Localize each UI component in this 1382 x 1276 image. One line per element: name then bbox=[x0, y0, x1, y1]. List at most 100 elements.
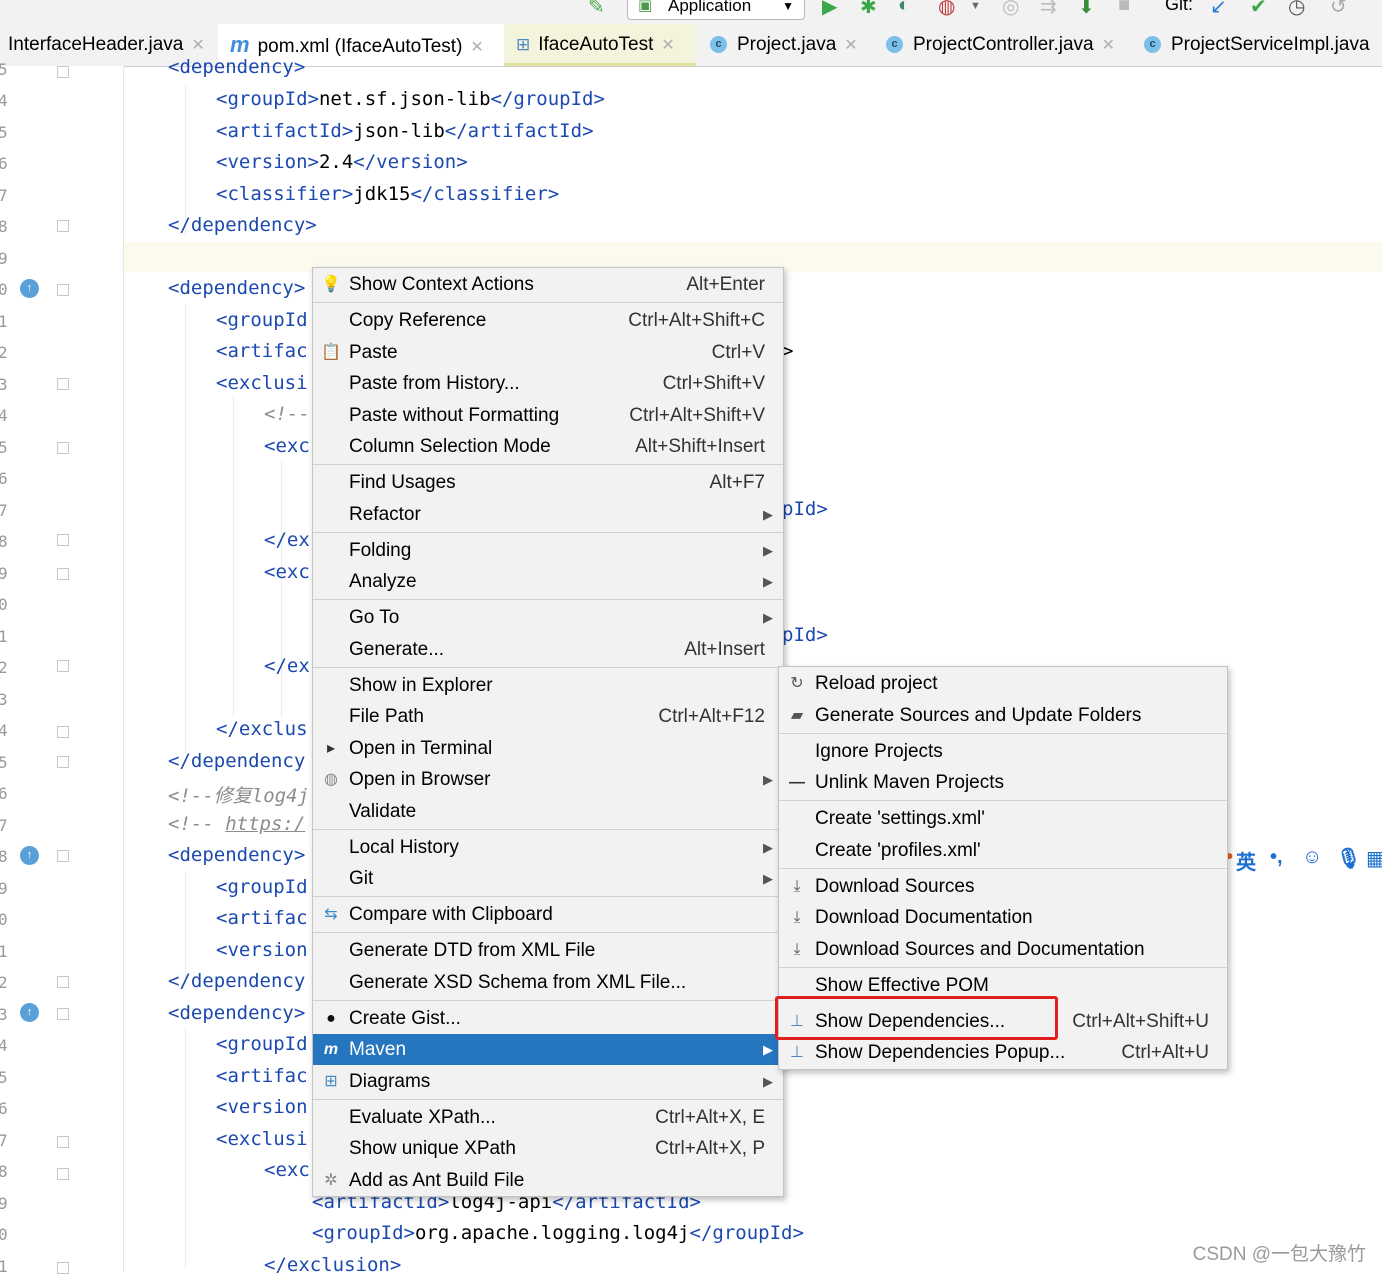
maven-dependency-gutter-icon[interactable]: ↑ bbox=[20, 1003, 39, 1022]
close-icon[interactable]: ✕ bbox=[191, 37, 204, 54]
tab-projectserviceimpl-java[interactable]: c ProjectServiceImpl.java bbox=[1130, 24, 1382, 66]
git-history-icon[interactable]: ◷ bbox=[1288, 0, 1305, 19]
tab-ifaceautotest[interactable]: ⊞ IfaceAutoTest ✕ bbox=[504, 24, 696, 66]
menu-item-add-as-ant-build-file[interactable]: ✲ Add as Ant Build File bbox=[313, 1165, 783, 1196]
menu-item-open-in-browser[interactable]: ◍ Open in Browser ▶ bbox=[313, 764, 783, 795]
run-icon[interactable]: ▶ bbox=[822, 0, 837, 19]
menu-item-download-documentation[interactable]: ⤓ Download Documentation bbox=[779, 902, 1227, 933]
menu-item-create-profiles-xml[interactable]: Create 'profiles.xml' bbox=[779, 835, 1227, 866]
fold-marker[interactable] bbox=[57, 1136, 69, 1148]
fold-marker[interactable] bbox=[57, 284, 69, 296]
fold-marker[interactable] bbox=[57, 1008, 69, 1020]
microphone-icon[interactable]: 🎙 bbox=[1336, 846, 1361, 871]
fold-marker[interactable] bbox=[57, 976, 69, 988]
menu-item-diagrams[interactable]: ⊞ Diagrams ▶ bbox=[313, 1066, 783, 1097]
fold-marker[interactable] bbox=[57, 1168, 69, 1180]
fold-marker[interactable] bbox=[57, 442, 69, 454]
menu-item-shortcut: Ctrl+Alt+U bbox=[1121, 1042, 1209, 1063]
fold-marker[interactable] bbox=[57, 568, 69, 580]
menu-item-copy-reference[interactable]: Copy Reference Ctrl+Alt+Shift+C bbox=[313, 305, 783, 336]
fold-marker[interactable] bbox=[57, 660, 69, 672]
menu-item-paste-from-history[interactable]: Paste from History... Ctrl+Shift+V bbox=[313, 368, 783, 399]
menu-item-label: Validate bbox=[349, 801, 417, 822]
menu-item-local-history[interactable]: Local History ▶ bbox=[313, 832, 783, 863]
fold-marker[interactable] bbox=[57, 220, 69, 232]
menu-item-generate-xsd[interactable]: Generate XSD Schema from XML File... bbox=[313, 967, 783, 998]
fold-marker[interactable] bbox=[57, 1262, 69, 1274]
menu-item-file-path[interactable]: File Path Ctrl+Alt+F12 bbox=[313, 701, 783, 732]
menu-item-label: Add as Ant Build File bbox=[349, 1170, 525, 1191]
ime-punctuation-toggle[interactable]: •, bbox=[1270, 846, 1283, 869]
step-icon[interactable]: ⇉ bbox=[1040, 0, 1057, 19]
fold-marker[interactable] bbox=[57, 726, 69, 738]
menu-item-reload-project[interactable]: ↻ Reload project bbox=[779, 668, 1227, 699]
menu-item-generate-sources[interactable]: ▰ Generate Sources and Update Folders bbox=[779, 700, 1227, 731]
attach-icon[interactable]: ◎ bbox=[1002, 0, 1019, 19]
menu-item-column-selection-mode[interactable]: Column Selection Mode Alt+Shift+Insert bbox=[313, 431, 783, 462]
menu-item-find-usages[interactable]: Find Usages Alt+F7 bbox=[313, 467, 783, 498]
menu-item-download-sources[interactable]: ⤓ Download Sources bbox=[779, 871, 1227, 902]
submenu-arrow-icon: ▶ bbox=[763, 543, 773, 558]
close-icon[interactable]: ✕ bbox=[661, 37, 674, 54]
git-commit-icon[interactable]: ✔ bbox=[1250, 0, 1267, 19]
debug-icon[interactable]: ✱ bbox=[860, 0, 877, 19]
menu-item-analyze[interactable]: Analyze ▶ bbox=[313, 566, 783, 597]
menu-item-git[interactable]: Git ▶ bbox=[313, 863, 783, 894]
stop-icon[interactable]: ■ bbox=[1118, 0, 1130, 17]
run-configuration-select[interactable]: ▣ Application ▼ bbox=[627, 0, 805, 20]
close-icon[interactable]: ✕ bbox=[470, 39, 483, 56]
coverage-icon[interactable]: ◐ bbox=[898, 0, 910, 17]
menu-item-download-sources-and-documentation[interactable]: ⤓ Download Sources and Documentation bbox=[779, 934, 1227, 965]
line-number: 1 bbox=[0, 312, 8, 331]
fold-marker[interactable] bbox=[57, 756, 69, 768]
menu-item-label: Show Dependencies Popup... bbox=[815, 1042, 1066, 1063]
menu-item-paste[interactable]: 📋 Paste Ctrl+V bbox=[313, 337, 783, 368]
menu-item-evaluate-xpath[interactable]: Evaluate XPath... Ctrl+Alt+X, E bbox=[313, 1102, 783, 1133]
menu-item-validate[interactable]: Validate bbox=[313, 796, 783, 827]
tab-projectcontroller-java[interactable]: c ProjectController.java ✕ bbox=[872, 24, 1130, 66]
line-number: 2 bbox=[0, 973, 8, 992]
close-icon[interactable]: ✕ bbox=[1102, 37, 1115, 54]
menu-item-show-dependencies-popup[interactable]: ⊥ Show Dependencies Popup... Ctrl+Alt+U bbox=[779, 1037, 1227, 1068]
tab-project-java[interactable]: c Project.java ✕ bbox=[696, 24, 872, 66]
menu-item-go-to[interactable]: Go To ▶ bbox=[313, 602, 783, 633]
menu-item-show-context-actions[interactable]: 💡 Show Context Actions Alt+Enter bbox=[313, 269, 783, 300]
menu-item-unlink-maven-projects[interactable]: — Unlink Maven Projects bbox=[779, 767, 1227, 798]
chevron-down-icon[interactable]: ▼ bbox=[970, 0, 981, 12]
menu-item-label: Paste bbox=[349, 342, 398, 363]
fold-marker[interactable] bbox=[57, 378, 69, 390]
maven-dependency-gutter-icon[interactable]: ↑ bbox=[20, 279, 39, 298]
menu-item-label: Generate... bbox=[349, 639, 445, 660]
git-rollback-icon[interactable]: ↺ bbox=[1330, 0, 1347, 19]
menu-item-maven[interactable]: m Maven ▶ bbox=[313, 1034, 783, 1065]
ime-language-toggle[interactable]: 英 bbox=[1236, 846, 1256, 875]
profile-icon[interactable]: ◍ bbox=[938, 0, 955, 19]
emoji-icon[interactable]: ☺ bbox=[1302, 846, 1322, 869]
menu-item-ignore-projects[interactable]: Ignore Projects bbox=[779, 736, 1227, 767]
menu-item-create-settings-xml[interactable]: Create 'settings.xml' bbox=[779, 803, 1227, 834]
build-artifact-icon[interactable]: ⬇ bbox=[1078, 0, 1095, 19]
menu-item-open-in-terminal[interactable]: ▸ Open in Terminal bbox=[313, 733, 783, 764]
fold-marker[interactable] bbox=[57, 534, 69, 546]
comment-link[interactable]: https:/ bbox=[225, 813, 305, 835]
toolbox-icon[interactable]: ▦ bbox=[1366, 846, 1382, 871]
menu-item-show-unique-xpath[interactable]: Show unique XPath Ctrl+Alt+X, P bbox=[313, 1133, 783, 1164]
menu-item-generate-dtd[interactable]: Generate DTD from XML File bbox=[313, 935, 783, 966]
maven-dependency-gutter-icon[interactable]: ↑ bbox=[20, 846, 39, 865]
git-update-icon[interactable]: ↙ bbox=[1210, 0, 1227, 19]
menu-item-generate[interactable]: Generate... Alt+Insert bbox=[313, 634, 783, 665]
line-number: 7 bbox=[0, 186, 8, 205]
menu-item-show-in-explorer[interactable]: Show in Explorer bbox=[313, 670, 783, 701]
menu-item-shortcut: Ctrl+Alt+Shift+V bbox=[629, 405, 765, 426]
fold-marker[interactable] bbox=[57, 850, 69, 862]
menu-item-compare-with-clipboard[interactable]: ⇆ Compare with Clipboard bbox=[313, 899, 783, 930]
close-icon[interactable]: ✕ bbox=[844, 37, 857, 54]
xml-value: org.apache.logging.log4j bbox=[414, 1222, 690, 1244]
fold-marker[interactable] bbox=[57, 66, 69, 78]
menu-item-paste-without-formatting[interactable]: Paste without Formatting Ctrl+Alt+Shift+V bbox=[313, 400, 783, 431]
menu-item-refactor[interactable]: Refactor ▶ bbox=[313, 499, 783, 530]
menu-item-folding[interactable]: Folding ▶ bbox=[313, 535, 783, 566]
menu-item-create-gist[interactable]: ● Create Gist... bbox=[313, 1003, 783, 1034]
menu-item-shortcut: Alt+F7 bbox=[709, 472, 765, 493]
build-hammer-icon[interactable]: ✎ bbox=[588, 0, 605, 19]
